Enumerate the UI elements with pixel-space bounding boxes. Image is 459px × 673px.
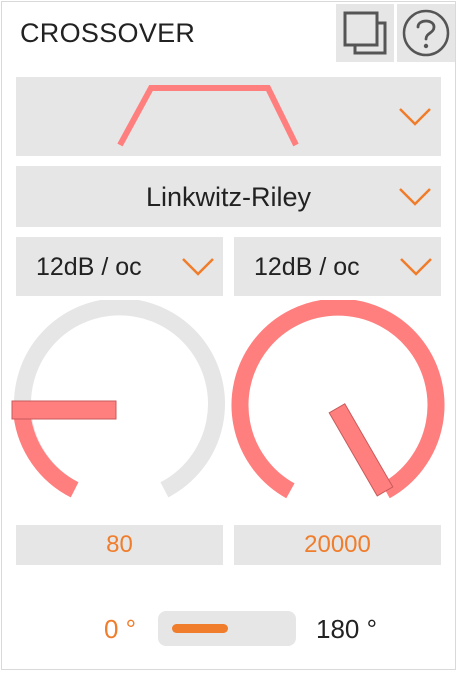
high-frequency-value[interactable]: 20000 [234, 525, 441, 565]
popout-icon [343, 11, 387, 55]
chevron-down-icon [399, 108, 431, 126]
chevron-down-icon [399, 188, 431, 206]
low-slope-label: 12dB / oc [36, 253, 142, 281]
popout-button[interactable] [336, 4, 394, 62]
filter-shape-dropdown[interactable] [16, 77, 441, 156]
high-slope-label: 12dB / oc [254, 253, 360, 281]
low-slope-dropdown[interactable]: 12dB / oc [16, 237, 223, 296]
high-frequency-knob[interactable] [228, 300, 448, 512]
chevron-down-icon [400, 258, 432, 276]
phase-0-label: 0 ° [104, 614, 137, 644]
high-knob-fill [231, 300, 445, 499]
phase-toggle[interactable] [158, 611, 296, 646]
help-button[interactable] [397, 4, 455, 62]
low-knob-pointer [11, 400, 117, 420]
chevron-down-icon [182, 258, 214, 276]
low-frequency-value[interactable]: 80 [16, 525, 223, 565]
high-knob-pointer [328, 403, 394, 497]
filter-type-dropdown[interactable]: Linkwitz-Riley [16, 166, 441, 227]
low-frequency-knob[interactable] [10, 300, 230, 512]
bandpass-shape-icon [117, 85, 299, 147]
filter-type-label: Linkwitz-Riley [145, 182, 312, 212]
phase-toggle-thumb[interactable] [172, 624, 228, 633]
phase-180-label: 180 ° [316, 614, 378, 644]
help-icon [402, 9, 450, 57]
low-knob-fill [13, 413, 79, 498]
high-slope-dropdown[interactable]: 12dB / oc [234, 237, 441, 296]
panel-title: CROSSOVER [20, 18, 196, 48]
